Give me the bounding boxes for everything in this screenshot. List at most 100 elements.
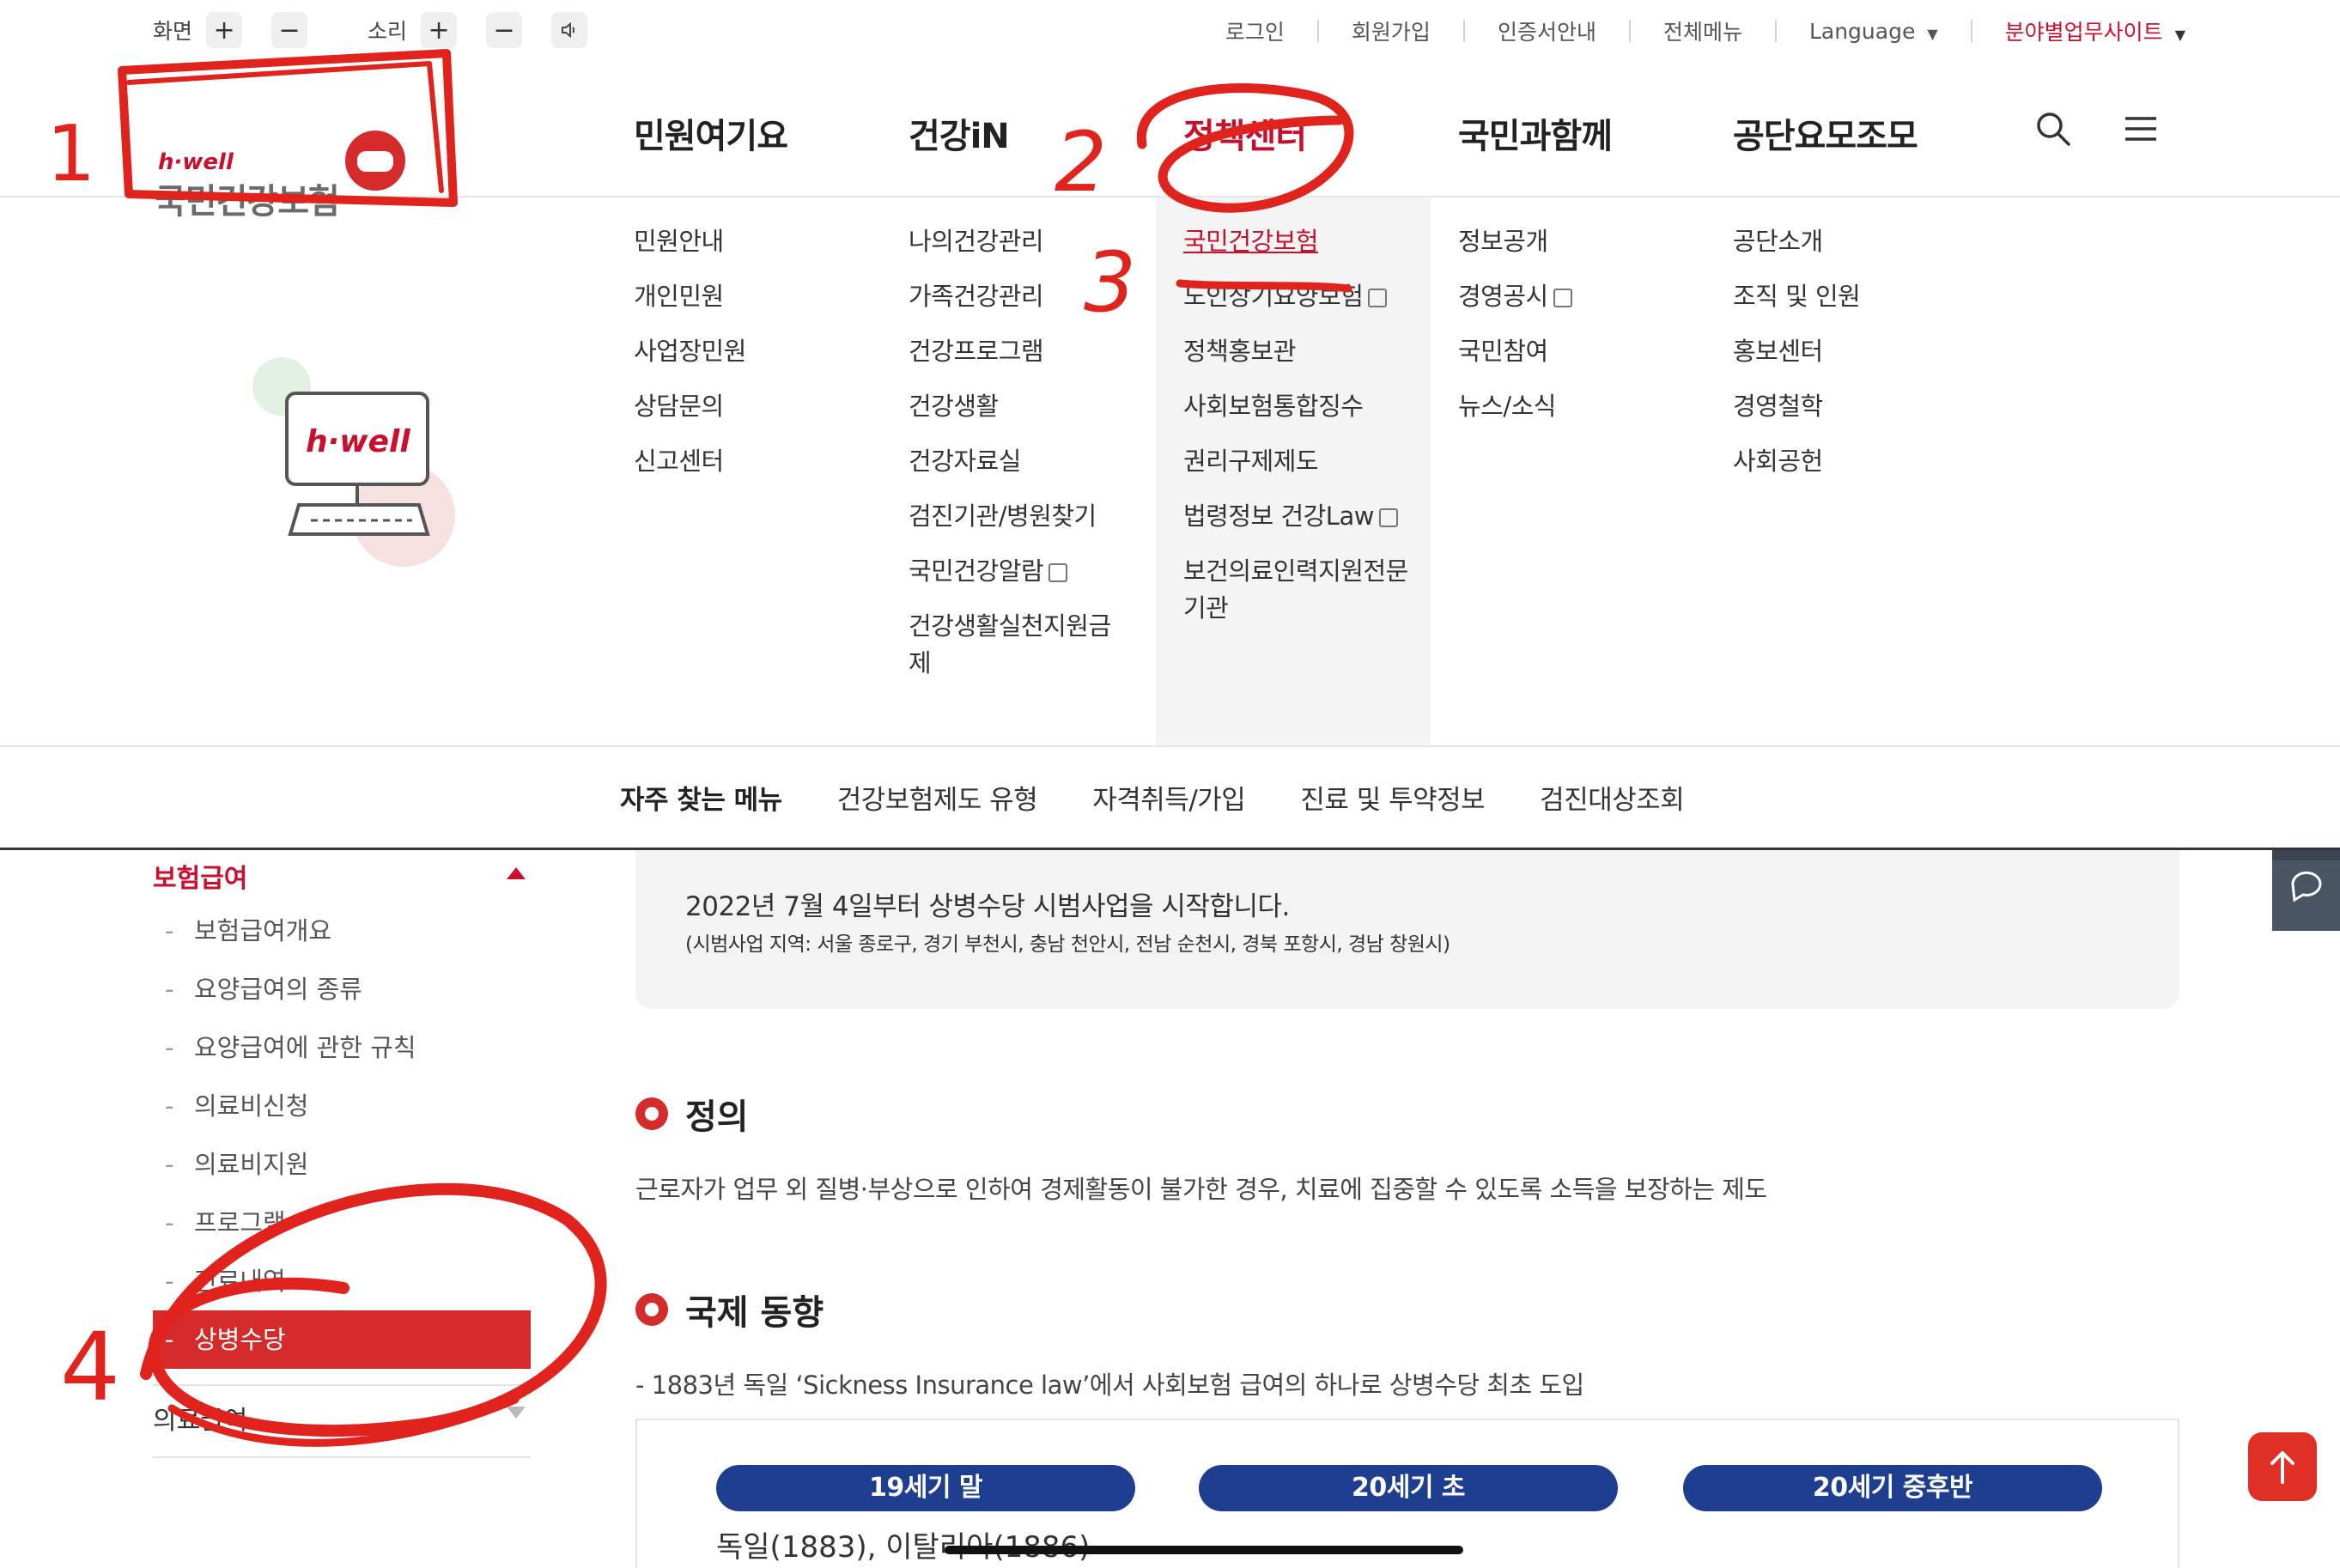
speaker-icon[interactable] bbox=[551, 12, 588, 48]
sidebar-item[interactable]: 의료비신청 bbox=[153, 1077, 531, 1135]
section-title: 정의 bbox=[685, 1097, 749, 1137]
menu-item-label: 노인장기요양보험 bbox=[1183, 282, 1364, 311]
illustration-label: h·well bbox=[306, 424, 410, 459]
menu-item-label: 법령정보 건강Law bbox=[1183, 501, 1374, 531]
language-label: Language bbox=[1808, 18, 1916, 44]
menu-item[interactable]: 정보공개 bbox=[1458, 223, 1716, 260]
sidebar-item[interactable]: 의료비지원 bbox=[153, 1135, 531, 1194]
international-heading: 국제 동향 bbox=[635, 1285, 824, 1334]
language-select[interactable]: Language ▼ bbox=[1809, 19, 1938, 44]
menu-item[interactable]: 사회보험통합징수 bbox=[1183, 388, 1415, 425]
definition-heading: 정의 bbox=[635, 1089, 749, 1139]
sidebar-item[interactable]: 진료내역 bbox=[153, 1252, 531, 1310]
chat-bubble-icon bbox=[2291, 871, 2322, 903]
home-indicator bbox=[945, 1546, 1463, 1554]
menu-item[interactable]: 홍보센터 bbox=[1733, 333, 1991, 370]
full-menu-link[interactable]: 전체메뉴 bbox=[1663, 15, 1742, 46]
search-icon[interactable] bbox=[2034, 110, 2072, 148]
menu-item[interactable]: 사회공헌 bbox=[1733, 443, 1991, 480]
external-link-icon bbox=[1368, 289, 1388, 307]
menu-item[interactable]: 검진기관/병원찾기 bbox=[909, 498, 1115, 535]
notice-detail: (시범사업 지역: 서울 종로구, 경기 부천시, 충남 천안시, 전남 순천시… bbox=[685, 933, 1450, 956]
sidebar: 보험급여 보험급여개요 요양급여의 종류 요양급여에 관한 규칙 의료비신청 의… bbox=[153, 850, 531, 1458]
field-sites-select[interactable]: 분야별업무사이트 ▼ bbox=[2005, 15, 2185, 46]
nav-about-nhis[interactable]: 공단요모조모 bbox=[1733, 108, 2008, 158]
signup-link[interactable]: 회원가입 bbox=[1352, 15, 1431, 46]
definition-text: 근로자가 업무 외 질병·부상으로 인하여 경제활동이 불가한 경우, 치료에 … bbox=[635, 1175, 1767, 1204]
menu-item[interactable]: 개인민원 bbox=[634, 278, 891, 315]
volume-down-button[interactable]: − bbox=[486, 12, 523, 48]
menu-item[interactable]: 권리구제제도 bbox=[1183, 443, 1415, 480]
sidebar-item[interactable]: 보험급여개요 bbox=[153, 902, 531, 960]
utility-bar: 화면 + − 소리 + − 로그인 회원가입 인증서안내 전체메뉴 Langua… bbox=[0, 0, 2340, 65]
nav-policy-center[interactable]: 정책센터 bbox=[1183, 108, 1458, 158]
quick-menu-title: 자주 찾는 메뉴 bbox=[620, 785, 782, 816]
mega-column-policy: 국민건강보험 노인장기요양보험 정책홍보관 사회보험통합징수 권리구제제도 법령… bbox=[1183, 223, 1415, 645]
logo-mask-icon bbox=[345, 131, 405, 191]
sidebar-item[interactable]: 프로그램 bbox=[153, 1194, 531, 1252]
login-link[interactable]: 로그인 bbox=[1225, 15, 1285, 46]
field-sites-label: 분야별업무사이트 bbox=[2004, 20, 2163, 45]
volume-up-button[interactable]: + bbox=[421, 12, 458, 48]
certificate-guide-link[interactable]: 인증서안내 bbox=[1498, 15, 1596, 46]
computer-illustration: h·well bbox=[249, 352, 481, 575]
international-text: - 1883년 독일 ‘Sickness Insurance law’에서 사회… bbox=[635, 1370, 1584, 1400]
sidebar-section-medical-aid[interactable]: 의료급여 bbox=[153, 1384, 531, 1458]
menu-item-nhi[interactable]: 국민건강보험 bbox=[1183, 223, 1415, 260]
section-title: 국제 동향 bbox=[685, 1293, 824, 1333]
menu-item[interactable]: 사업장민원 bbox=[634, 333, 891, 370]
mega-column-civil: 민원안내 개인민원 사업장민원 상담문의 신고센터 bbox=[634, 223, 891, 498]
external-link-icon bbox=[1553, 289, 1572, 307]
quick-link-insurance-types[interactable]: 건강보험제도 유형 bbox=[837, 778, 1038, 817]
nav-with-citizens[interactable]: 국민과함께 bbox=[1458, 108, 1733, 158]
hamburger-menu-icon[interactable] bbox=[2122, 110, 2160, 148]
screen-zoom-in-button[interactable]: + bbox=[206, 12, 243, 48]
scroll-to-top-button[interactable] bbox=[2248, 1432, 2317, 1501]
nav-civil-service[interactable]: 민원여기요 bbox=[634, 108, 909, 158]
quick-link-treatment-info[interactable]: 진료 및 투약정보 bbox=[1300, 778, 1485, 817]
menu-item[interactable]: 민원안내 bbox=[634, 223, 891, 260]
menu-item-external[interactable]: 법령정보 건강Law bbox=[1183, 498, 1415, 535]
menu-item[interactable]: 뉴스/소식 bbox=[1458, 388, 1716, 425]
sidebar-section-label: 의료급여 bbox=[153, 1406, 248, 1436]
menu-item[interactable]: 공단소개 bbox=[1733, 223, 1991, 260]
sidebar-item-sickness-benefit[interactable]: 상병수당 bbox=[153, 1310, 531, 1369]
quick-link-enrollment[interactable]: 자격취득/가입 bbox=[1092, 778, 1246, 817]
menu-item[interactable]: 건강프로그램 bbox=[909, 333, 1115, 370]
nav-health-in[interactable]: 건강iN bbox=[909, 108, 1183, 158]
menu-item[interactable]: 건강생활실천지원금제 bbox=[909, 608, 1115, 682]
menu-item-external[interactable]: 국민건강알람 bbox=[909, 553, 1115, 590]
menu-item[interactable]: 경영철학 bbox=[1733, 388, 1991, 425]
menu-item[interactable]: 보건의료인력지원전문기관 bbox=[1183, 553, 1415, 627]
caret-down-icon: ▼ bbox=[2174, 27, 2185, 43]
period-pill: 20세기 초 bbox=[1199, 1465, 1618, 1511]
menu-item[interactable]: 가족건강관리 bbox=[909, 278, 1115, 315]
menu-item[interactable]: 조직 및 인원 bbox=[1733, 278, 1991, 315]
quick-link-checkup-lookup[interactable]: 검진대상조회 bbox=[1540, 778, 1685, 817]
menu-item[interactable]: 건강생활 bbox=[909, 388, 1115, 425]
mega-menu: h·well 민원안내 개인민원 사업장민원 상담문의 신고센터 나의건강관리 … bbox=[0, 198, 2340, 747]
accessibility-controls: 화면 + − 소리 + − bbox=[153, 12, 617, 48]
period-pill: 20세기 중후반 bbox=[1683, 1465, 2102, 1511]
menu-item-external[interactable]: 경영공시 bbox=[1458, 278, 1716, 315]
period-entry: 독일(1883), 이탈리아(1886) bbox=[716, 1530, 1091, 1565]
menu-item[interactable]: 건강자료실 bbox=[909, 443, 1115, 480]
notice-box: 2022년 7월 4일부터 상병수당 시범사업을 시작합니다. (시범사업 지역… bbox=[635, 850, 2179, 1009]
period-pill: 19세기 말 bbox=[716, 1465, 1135, 1511]
menu-item[interactable]: 신고센터 bbox=[634, 443, 891, 480]
menu-item[interactable]: 정책홍보관 bbox=[1183, 333, 1415, 370]
menu-item-external[interactable]: 노인장기요양보험 bbox=[1183, 278, 1415, 315]
bullet-icon bbox=[635, 1293, 668, 1326]
sidebar-item[interactable]: 요양급여에 관한 규칙 bbox=[153, 1018, 531, 1077]
menu-item[interactable]: 상담문의 bbox=[634, 388, 891, 425]
mega-column-about: 공단소개 조직 및 인원 홍보센터 경영철학 사회공헌 bbox=[1733, 223, 1991, 498]
menu-item[interactable]: 국민참여 bbox=[1458, 333, 1716, 370]
screen-zoom-out-button[interactable]: − bbox=[271, 12, 308, 48]
caret-down-icon: ▼ bbox=[1927, 25, 1938, 42]
chatbot-button[interactable] bbox=[2272, 850, 2340, 931]
sidebar-item[interactable]: 요양급여의 종류 bbox=[153, 960, 531, 1018]
menu-item[interactable]: 나의건강관리 bbox=[909, 223, 1115, 260]
expand-down-icon bbox=[507, 1407, 526, 1419]
sidebar-section-toggle[interactable]: 보험급여 bbox=[153, 850, 531, 902]
menu-item-label: 경영공시 bbox=[1458, 282, 1548, 311]
